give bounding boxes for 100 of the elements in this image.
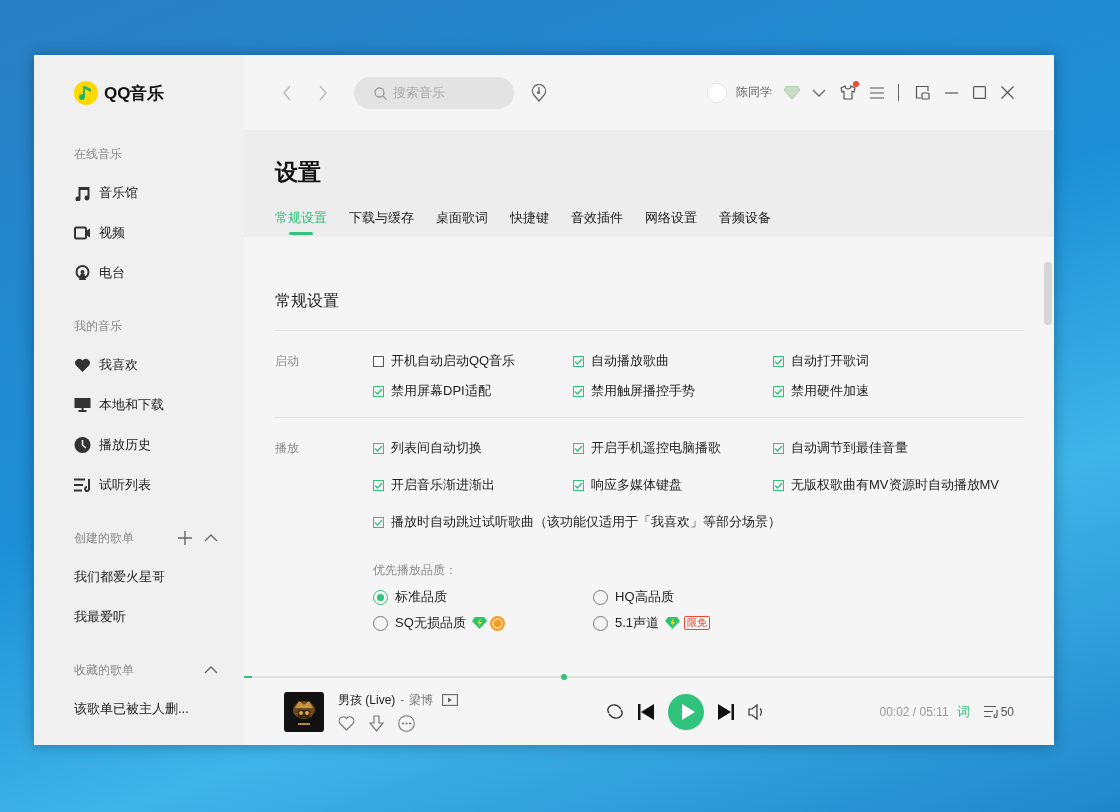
sidebar-item[interactable]: 视频 [74,223,204,243]
add-icon[interactable] [178,531,192,545]
checkbox-option[interactable]: 播放时自动跳过试听歌曲（该功能仅适用于「我喜欢」等部分场景） [373,514,781,530]
tab[interactable]: 音效插件 [571,199,623,235]
sidebar-item[interactable]: 试听列表 [74,475,204,495]
section-heading: 创建的歌单 [74,529,135,547]
tab[interactable]: 网络设置 [645,199,697,235]
sidebar-item[interactable]: 我最爱听 [74,607,204,627]
page-title: 设置 [275,158,322,187]
checkbox-option[interactable]: 开启音乐渐进渐出 [373,477,573,493]
checkbox[interactable] [573,385,584,397]
free-badge: 限免 [684,616,711,630]
sidebar-item[interactable]: 我们都爱火星哥 [74,567,204,587]
playback-time: 00:02 / 05:11 [879,704,949,719]
radio-option[interactable]: SQ无损品质 [373,614,466,632]
artist-name[interactable]: 梁博 [409,691,434,709]
shirt-icon[interactable] [840,85,856,100]
checkbox[interactable] [773,385,784,397]
progress-marker[interactable] [560,674,567,680]
tab[interactable]: 音频设备 [719,199,771,235]
sidebar-item[interactable]: 该歌单已被主人删... [74,699,204,719]
group-label: 播放 [275,440,300,457]
checkbox-option[interactable]: 禁用硬件加速 [773,383,973,399]
checkbox-option[interactable]: 无版权歌曲有MV资源时自动播放MV [773,477,999,493]
sidebar-item[interactable]: 本地和下载 [74,395,204,415]
checkbox[interactable] [773,479,784,491]
checkbox[interactable] [373,479,384,491]
logo-icon [74,81,98,105]
play-icon [680,703,695,720]
app-name: QQ音乐 [104,82,165,105]
separator: - [400,693,405,707]
checkbox-option[interactable]: 禁用屏幕DPI适配 [373,383,573,399]
sidebar-item[interactable]: 音乐馆 [74,183,204,203]
radio-icon [74,265,91,281]
checkbox-option[interactable]: 禁用触屏播控手势 [573,383,773,399]
next-icon[interactable] [718,703,734,720]
music-note-icon [74,185,91,201]
checkbox-option[interactable]: 开启手机遥控电脑播歌 [573,440,773,456]
checkbox[interactable] [573,479,584,491]
mv-icon[interactable] [442,694,459,706]
previous-icon[interactable] [638,703,654,720]
forward-icon[interactable] [318,84,328,101]
mini-mode-icon[interactable] [915,85,930,100]
sidebar-item[interactable]: 播放历史 [74,435,204,455]
collapse-icon[interactable] [204,534,218,542]
sidebar-item[interactable]: 我喜欢 [74,355,204,375]
pin-icon[interactable] [531,83,547,102]
back-icon[interactable] [282,84,292,101]
checkbox[interactable] [373,355,384,367]
more-icon[interactable] [398,714,415,732]
menu-icon[interactable] [870,86,884,99]
section-heading: 收藏的歌单 [74,661,135,679]
checkbox-option[interactable]: 自动播放歌曲 [573,353,773,369]
tab[interactable]: 下载与缓存 [349,199,414,235]
minimize-icon[interactable] [945,91,958,94]
group-label: 启动 [275,353,300,370]
play-button[interactable] [668,693,704,730]
playlist-button[interactable]: 50 [983,704,1014,719]
checkbox[interactable] [773,355,784,367]
user-name[interactable]: 陈同学 [736,84,772,101]
collapse-icon[interactable] [204,666,218,674]
repeat-icon[interactable] [606,704,624,719]
checkbox[interactable] [373,385,384,397]
download-icon[interactable] [369,714,384,732]
playlist-icon [74,478,91,492]
checkbox[interactable] [373,442,384,454]
radio-option[interactable]: 标准品质 [373,588,447,606]
monitor-icon [74,398,91,412]
song-title[interactable]: 男孩 (Live) [338,691,396,709]
checkbox-option[interactable]: 列表间自动切换 [373,440,573,456]
heart-icon [74,358,91,372]
radio-option[interactable]: HQ高品质 [593,588,674,606]
search-icon [374,86,387,100]
coin-icon [489,615,505,631]
field-label: 优先播放品质： [373,562,457,578]
section-title: 常规设置 [275,291,340,311]
checkbox[interactable] [373,516,384,528]
sidebar-item[interactable]: 电台 [74,263,204,283]
volume-icon[interactable] [748,703,765,720]
radio-option[interactable]: 5.1声道 [593,614,660,632]
checkbox-option[interactable]: 响应多媒体键盘 [573,477,773,493]
checkbox[interactable] [773,442,784,454]
diamond-icon [471,617,487,629]
diamond-icon [665,617,681,629]
video-camera-icon [74,226,91,240]
maximize-icon[interactable] [973,86,986,99]
heart-icon[interactable] [338,715,355,731]
diamond-icon[interactable] [784,86,800,99]
checkbox-option[interactable]: 自动调节到最佳音量 [773,440,973,456]
checkbox[interactable] [573,355,584,367]
tab[interactable]: 快捷键 [510,199,549,235]
tab[interactable]: 桌面歌词 [436,199,488,235]
checkbox-option[interactable]: 开机自动启动QQ音乐 [373,353,573,369]
chevron-down-icon[interactable] [812,88,826,97]
checkbox[interactable] [573,442,584,454]
close-icon[interactable] [1001,86,1014,99]
section-heading: 我的音乐 [74,317,123,335]
checkbox-option[interactable]: 自动打开歌词 [773,353,973,369]
section-heading: 在线音乐 [74,145,123,163]
scrollbar-thumb[interactable] [1044,262,1052,325]
